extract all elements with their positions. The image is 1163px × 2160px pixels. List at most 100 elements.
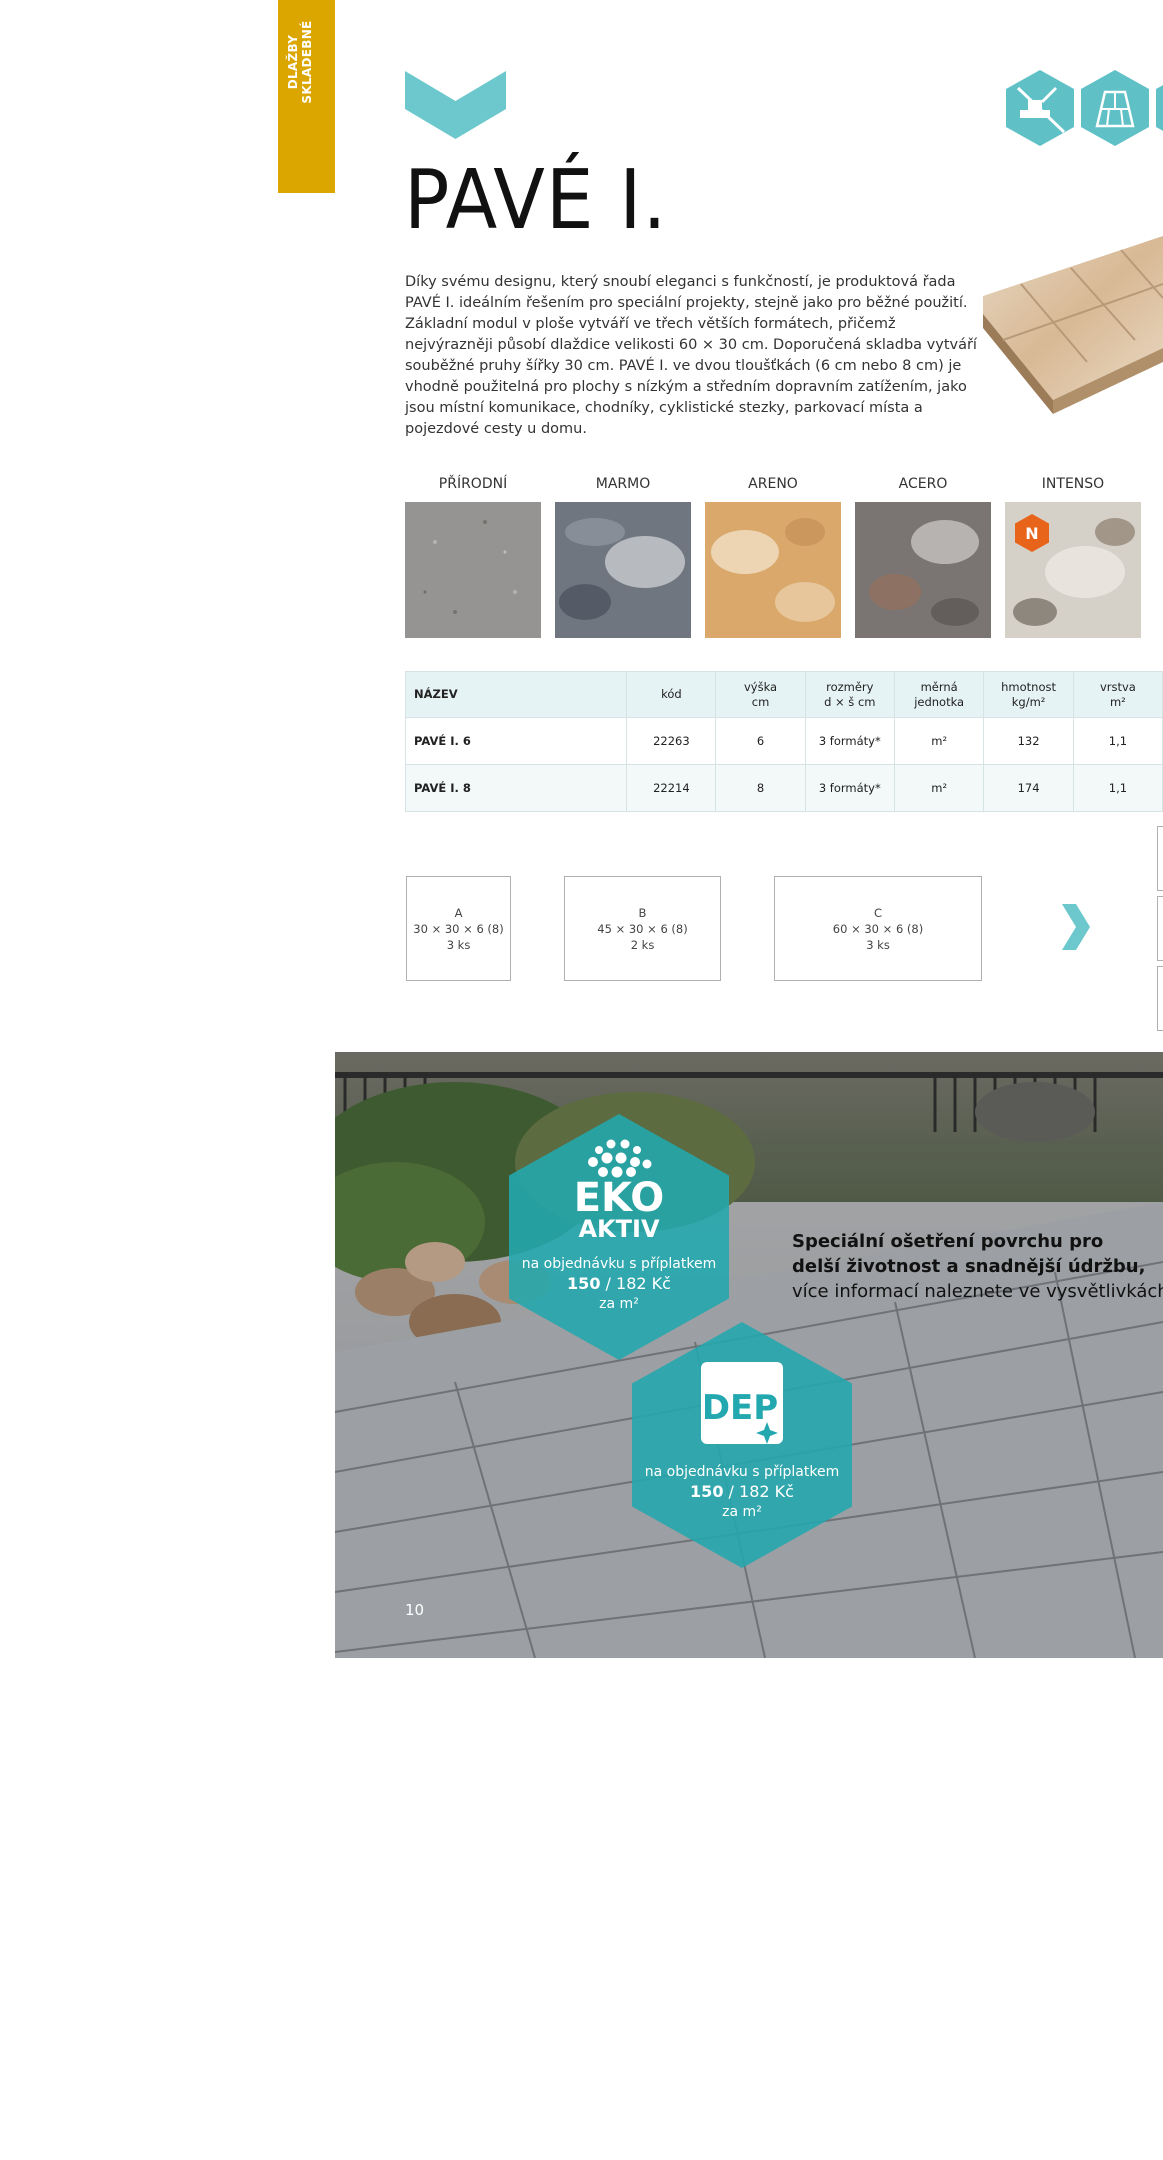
category-tab-line2: SKLADEBNÉ — [300, 20, 314, 104]
format-letter: B — [638, 905, 647, 920]
cell-weight: 132 — [983, 717, 1074, 765]
format-b: B 45 × 30 × 6 (8) 2 ks — [564, 876, 721, 981]
swatch-label: MARMO — [595, 476, 651, 492]
cell-name: PAVÉ I. 8 — [404, 764, 628, 812]
header-layer-line2: m² — [1109, 694, 1126, 709]
new-badge-icon: N — [1015, 514, 1049, 552]
format-size: 30 × 30 × 6 (8) — [413, 921, 504, 936]
swatch-areno[interactable]: ARENO — [705, 474, 841, 638]
header-height-line1: výška — [743, 679, 778, 694]
cell-unit: m² — [893, 717, 985, 765]
promo-line1: Speciální ošetření povrchu pro — [792, 1231, 1104, 1252]
swatch-label: PŘÍRODNÍ — [438, 476, 508, 492]
cell-height: 8 — [715, 764, 806, 812]
cell-dims: 3 formáty* — [804, 764, 895, 812]
header-code: kód — [626, 671, 717, 718]
format-size: 45 × 30 × 6 (8) — [597, 921, 688, 936]
format-letter: C — [873, 905, 883, 920]
cell-layer: 1,1 — [1072, 764, 1163, 812]
dep-note: na objednávku s příplatkem — [644, 1464, 840, 1480]
paving-photo: EKO AKTIV na objednávku s příplatkem 150… — [335, 1052, 1163, 1658]
eko-logo-line1: EKO — [573, 1175, 665, 1221]
table-row: PAVÉ I. 8 22214 8 3 formáty* m² 174 1,1 — [404, 764, 1163, 812]
format-c: C 60 × 30 × 6 (8) 3 ks — [774, 876, 982, 981]
swatch-label: ACERO — [898, 476, 948, 492]
header-unit-line1: měrná — [920, 679, 958, 694]
format-count: 3 ks — [446, 937, 471, 952]
header-dims: rozměry d × š cm — [804, 671, 895, 718]
cell-name: PAVÉ I. 6 — [404, 717, 628, 765]
swatch-texture — [705, 502, 841, 638]
dep-price-block: na objednávku s příplatkem 150 / 182 Kč … — [632, 1462, 852, 1522]
catalog-page: DLAŽBY SKLADEBNÉ PAVÉ I. Díky svému desi… — [0, 0, 1163, 2160]
eko-price: 150 / 182 Kč — [509, 1274, 729, 1294]
dep-hexagon: DEP — [632, 1322, 852, 1568]
cell-unit: m² — [893, 764, 985, 812]
header-dims-line1: rozměry — [826, 679, 874, 694]
cell-weight: 174 — [983, 764, 1074, 812]
category-tab-label: DLAŽBY SKLADEBNÉ — [286, 12, 314, 112]
header-name: NÁZEV — [404, 671, 628, 718]
swatch-acero[interactable]: ACERO — [855, 474, 991, 638]
swatch-label: ARENO — [748, 476, 798, 492]
swatch-texture — [855, 502, 991, 638]
swatch-prirodni[interactable]: PŘÍRODNÍ — [405, 474, 541, 638]
paving-pattern-icon — [1081, 70, 1149, 146]
header-weight: hmotnost kg/m² — [983, 671, 1074, 718]
swatch-intenso[interactable]: INTENSO N — [1005, 474, 1141, 638]
surface-treatment-note: Speciální ošetření povrchu pro delší živ… — [792, 1229, 1163, 1304]
header-unit: měrná jednotka — [893, 671, 985, 718]
format-a: A 30 × 30 × 6 (8) 3 ks — [406, 876, 511, 981]
product-title: PAVÉ I. — [404, 153, 668, 248]
partial-hex-icon — [1156, 85, 1163, 131]
eko-price-bold: 150 — [567, 1274, 601, 1293]
dep-badge: DEP na objednávku s příplatkem 150 / 182… — [632, 1322, 852, 1568]
header-layer: vrstva m² — [1072, 671, 1163, 718]
chevron-logo-icon — [405, 71, 506, 139]
dep-price-bold: 150 — [690, 1482, 724, 1501]
header-weight-line2: kg/m² — [1011, 694, 1046, 709]
chevron-right-icon[interactable] — [1062, 904, 1090, 950]
laying-pattern-box — [1157, 966, 1163, 1031]
header-height-line2: cm — [751, 694, 770, 709]
promo-line3: více informací naleznete ve vysvětlivkác… — [792, 1281, 1163, 1302]
spec-table: NÁZEV kód výška cm rozměry d × š cm měrn… — [404, 671, 1163, 812]
category-tab-line1: DLAŽBY — [286, 34, 300, 90]
category-tab[interactable]: DLAŽBY SKLADEBNÉ — [278, 0, 335, 193]
eko-per: za m² — [599, 1296, 639, 1312]
swatch-marmo[interactable]: MARMO — [555, 474, 691, 638]
laying-pattern-box — [1157, 826, 1163, 891]
cell-layer: 1,1 — [1072, 717, 1163, 765]
format-count: 3 ks — [866, 937, 890, 952]
cell-height: 6 — [715, 717, 806, 765]
cell-dims: 3 formáty* — [804, 717, 895, 765]
eko-price-block: na objednávku s příplatkem 150 / 182 Kč … — [509, 1254, 729, 1314]
swatch-texture — [405, 502, 541, 638]
dep-per: za m² — [722, 1504, 762, 1520]
format-size: 60 × 30 × 6 (8) — [832, 921, 924, 936]
no-plate-compactor-icon — [1006, 70, 1074, 146]
cell-code: 22263 — [626, 717, 717, 765]
promo-line2: delší životnost a snadnější údržbu, — [792, 1256, 1146, 1277]
eko-logo-line2: AKTIV — [578, 1215, 660, 1243]
swatch-label: INTENSO — [1041, 476, 1105, 492]
new-badge-letter: N — [1025, 524, 1038, 543]
table-header-row: NÁZEV kód výška cm rozměry d × š cm měrn… — [404, 671, 1163, 718]
dep-logo: DEP — [702, 1388, 778, 1428]
format-count: 2 ks — [630, 937, 655, 952]
product-description: Díky svému designu, který snoubí eleganc… — [405, 274, 977, 437]
table-row: PAVÉ I. 6 22263 6 3 formáty* m² 132 1,1 — [404, 717, 1163, 765]
header-weight-line1: hmotnost — [1001, 679, 1056, 694]
cell-code: 22214 — [626, 764, 717, 812]
page-number: 10 — [405, 1601, 425, 1619]
swatch-texture — [555, 502, 691, 638]
header-dims-line2: d × š cm — [824, 694, 876, 709]
header-unit-line2: jednotka — [914, 694, 965, 709]
dep-price: 150 / 182 Kč — [632, 1482, 852, 1502]
header-height: výška cm — [715, 671, 806, 718]
header-layer-line1: vrstva — [1099, 679, 1136, 694]
format-letter: A — [454, 905, 463, 920]
laying-pattern-box — [1157, 896, 1163, 961]
dep-price-rest: / 182 Kč — [723, 1482, 794, 1501]
eko-note: na objednávku s příplatkem — [521, 1256, 717, 1272]
